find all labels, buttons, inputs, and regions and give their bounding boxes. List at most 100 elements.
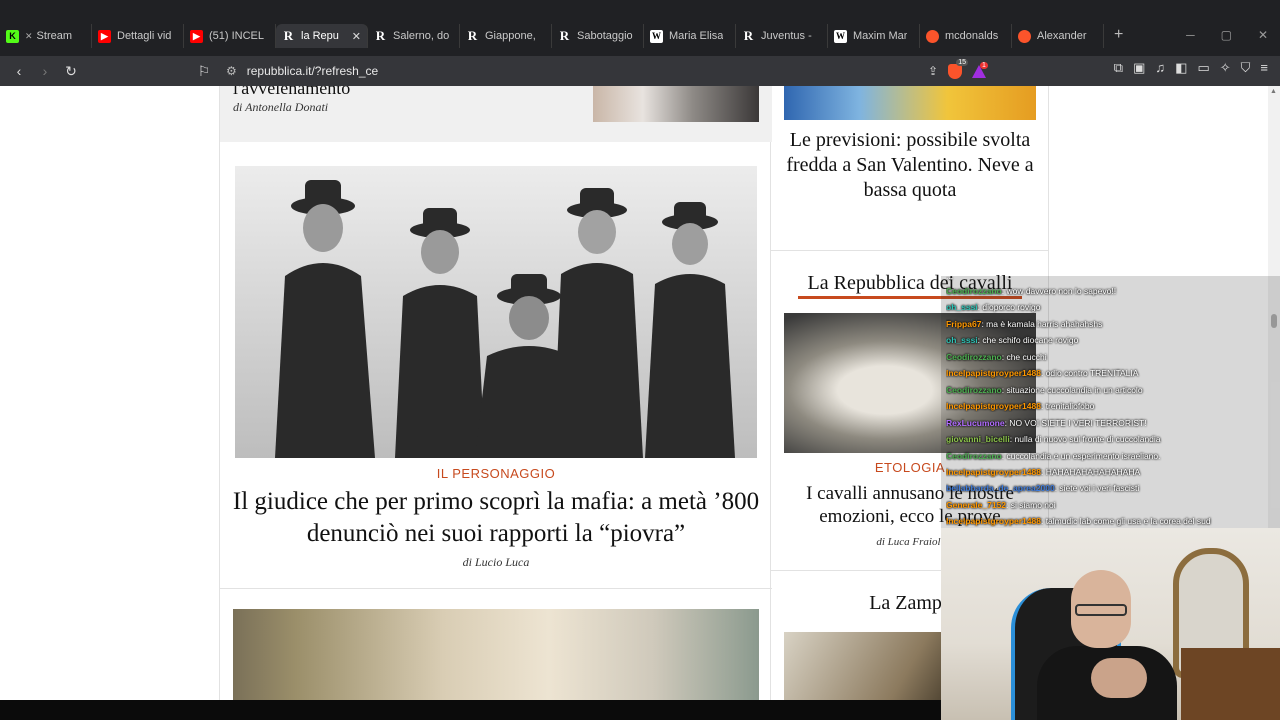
divider [220,588,772,589]
youtube-icon: ▶ [98,29,111,43]
tab-incel[interactable]: ▶ (51) INCEL [184,24,276,48]
close-tab-icon[interactable]: ✕ [352,30,361,43]
chat-message: Ceodirozzano: cuccolandia e un esperimen… [946,450,1276,462]
youtube-icon: ▶ [190,29,203,43]
streamer-hands [1091,658,1147,698]
tab-label: mcdonalds [945,30,999,42]
chat-user: Incelpapistgroyper1488 [946,368,1041,378]
tab-label: Alexander [1037,30,1087,42]
brave-shields-icon[interactable]: 15 [948,58,968,79]
next-story-photo[interactable] [233,609,759,700]
stream-chat-overlay: ... Ceodirozzano: wow davvero non lo sap… [941,276,1280,528]
sidebar-icon[interactable]: ◧ [1175,60,1187,76]
wallet-icon[interactable]: ▭ [1197,60,1209,76]
main-story-photo[interactable] [235,166,757,458]
tab-label: Juventus - [761,30,812,42]
brave-search-icon [1018,29,1031,43]
tab-alexander[interactable]: Alexander [1012,24,1104,48]
previous-story-image[interactable] [593,86,759,122]
tab-stream[interactable]: K ✕ Stream [0,24,92,48]
chat-text: ... [946,276,954,281]
muted-icon[interactable]: ✕ [25,31,33,42]
extensions-icon[interactable]: ⧉ [1114,60,1123,76]
menu-icon[interactable]: ≡ [1260,60,1268,76]
tab-label: Salerno, do [393,30,450,42]
forecast-title[interactable]: Le previsioni: possibile svolta fredda a… [781,128,1039,203]
chat-user: Incelpapistgroyper1488 [946,516,1041,526]
chat-message: oh_sssi: dioporco rovigo [946,301,1276,313]
tab-juventus[interactable]: R Juventus - [736,24,828,48]
tab-label: Sabotaggio [577,30,633,42]
chat-message: RexLucumone: NO VOI SIETE I VERI TERRORI… [946,417,1276,429]
chat-user: Incelpapistgroyper1488 [946,467,1041,477]
section-title[interactable]: La Zampa [869,592,951,614]
chat-message: Ceodirozzano: che cucchi [946,351,1276,363]
leo-ai-icon[interactable]: ✧ [1220,60,1231,76]
chat-text: : nulla di nuovo sul fronte di cuccoland… [1009,434,1161,444]
new-tab-button[interactable]: + [1114,24,1123,46]
previous-story[interactable]: l'avvelenamento di Antonella Donati [220,86,772,142]
bookmark-icon[interactable]: ⚐ [193,60,215,82]
share-icon[interactable]: ⇪ [928,64,938,78]
chat-text: : cuccolandia e un esperimento israelian… [1001,451,1161,461]
wikipedia-icon: W [834,29,847,43]
forward-icon[interactable]: › [34,60,56,82]
address-bar[interactable]: ⚙ repubblica.it/?refresh_ce ⇪ 15 1 [226,58,988,83]
glasses [1075,604,1127,616]
vpn-icon[interactable]: ⛉ [1241,60,1251,76]
chat-message: Incelpapistgroyper1488: trenitaliofobo [946,400,1276,412]
tab-maxim[interactable]: W Maxim Mar [828,24,920,48]
tab-dettagli-video[interactable]: ▶ Dettagli vid [92,24,184,48]
tab-sabotaggio[interactable]: R Sabotaggio [552,24,644,48]
main-story-kicker: IL PERSONAGGIO [436,466,556,481]
minimize-icon[interactable]: ─ [1186,28,1195,42]
brave-rewards-icon[interactable]: 1 [972,61,988,78]
tab-label: Maria Elisa [669,30,724,42]
main-story-headline[interactable]: Il giudice che per primo scoprì la mafia… [230,486,762,550]
repubblica-icon: R [283,28,294,43]
url-text[interactable]: repubblica.it/?refresh_ce [247,64,378,78]
chat-text: : wow davvero non lo sapevo!! [1001,286,1117,296]
chat-user: Incelpapistgroyper1488 [946,401,1041,411]
tab-repubblica-active[interactable]: R la Repu ✕ [276,24,368,48]
screen: K ✕ Stream ▶ Dettagli vid ▶ (51) INCEL R… [0,0,1280,720]
tab-mcdonalds[interactable]: mcdonalds [920,24,1012,48]
chat-user: oh_sssi [946,302,978,312]
chat-message: bellabbarda_de_aprea2000: siete voi i ve… [946,482,1276,494]
chat-user: Ceodirozzano [946,385,1002,395]
chat-user: oh_sssi [946,335,978,345]
wikipedia-icon: W [650,29,663,43]
tab-giappone[interactable]: R Giappone, [460,24,552,48]
extension-icons: ⧉ ▣ ♫ ◧ ▭ ✧ ⛉ ≡ [1114,60,1268,76]
chat-user: Generale_7152 [946,500,1007,510]
screenshot-icon[interactable]: ▣ [1133,60,1145,76]
chat-message: oh_sssi: che schifo diocane rovigo [946,334,1276,346]
repubblica-icon: R [375,28,386,43]
chat-user: giovanni_bicelli [946,434,1010,444]
chat-message: ... [946,276,1276,282]
repubblica-icon: R [559,28,570,43]
chat-user: Ceodirozzano [946,451,1002,461]
back-icon[interactable]: ‹ [8,60,30,82]
forecast-map-image[interactable] [784,86,1036,120]
chat-text: : siete voi i veri fascisti [1054,483,1140,493]
chat-user: RexLucumone [946,418,1005,428]
site-info-icon[interactable]: ⚙ [226,64,237,78]
tab-maria-elisa[interactable]: W Maria Elisa [644,24,736,48]
chat-message: Ceodirozzano: wow davvero non lo sapevo!… [946,285,1276,297]
chat-user: Frippa67 [946,319,982,329]
previous-story-title[interactable]: l'avvelenamento [233,86,350,99]
music-icon[interactable]: ♫ [1155,60,1165,76]
chat-text: : trenitaliofobo [1040,401,1095,411]
browser-toolbar: ‹ › ↻ ⚐ ⚙ repubblica.it/?refresh_ce ⇪ 15… [0,56,1280,86]
chat-text: : talmudic lab come gli usa e la corea d… [1040,516,1211,526]
scroll-up-icon[interactable]: ▲ [1270,88,1277,95]
left-column: l'avvelenamento di Antonella Donati IL P… [219,86,772,700]
reload-icon[interactable]: ↻ [60,60,82,82]
chat-text: : situazione cuccolandia in un articolo [1001,385,1143,395]
window-controls: ─ ▢ ✕ [1186,28,1268,42]
chat-message: Generale_7152: si siamo noi [946,499,1276,511]
close-window-icon[interactable]: ✕ [1258,28,1268,42]
maximize-icon[interactable]: ▢ [1221,28,1232,42]
tab-salerno[interactable]: R Salerno, do [368,24,460,48]
